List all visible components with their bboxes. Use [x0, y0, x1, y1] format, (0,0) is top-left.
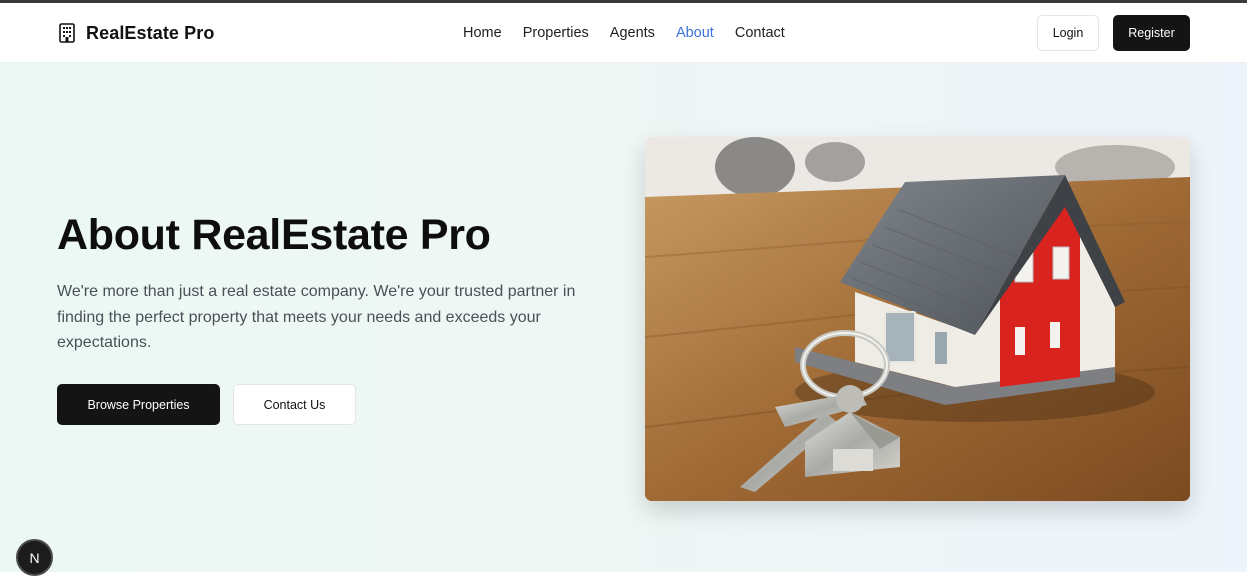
building-icon: [59, 23, 75, 43]
nextjs-dev-badge[interactable]: N: [16, 539, 53, 576]
site-header: RealEstate Pro Home Properties Agents Ab…: [0, 3, 1247, 63]
page-title: About RealEstate Pro: [57, 211, 491, 259]
main-nav: Home Properties Agents About Contact: [463, 24, 785, 42]
nav-link-properties[interactable]: Properties: [523, 24, 589, 42]
house-keys-photo: [645, 137, 1190, 501]
brand-logo[interactable]: RealEstate Pro: [58, 21, 214, 45]
browse-properties-button[interactable]: Browse Properties: [57, 384, 220, 425]
nav-link-about[interactable]: About: [676, 24, 714, 42]
hero-section: About RealEstate Pro We're more than jus…: [0, 63, 1247, 572]
brand-name: RealEstate Pro: [86, 22, 215, 43]
contact-us-button[interactable]: Contact Us: [233, 384, 356, 425]
nav-link-agents[interactable]: Agents: [610, 24, 655, 42]
nav-link-contact[interactable]: Contact: [735, 24, 785, 42]
register-button[interactable]: Register: [1113, 15, 1190, 51]
nav-link-home[interactable]: Home: [463, 24, 502, 42]
login-button[interactable]: Login: [1037, 15, 1099, 51]
hero-description: We're more than just a real estate compa…: [57, 283, 576, 351]
